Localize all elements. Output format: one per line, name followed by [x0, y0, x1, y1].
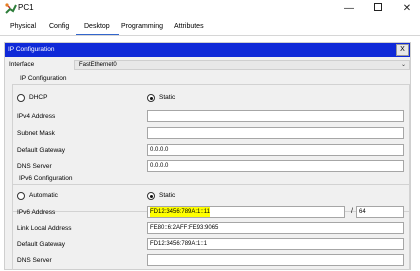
- interface-label: Interface: [9, 61, 35, 68]
- ipv4-dns-value: 0.0.0.0: [150, 163, 169, 169]
- tab-divider: [0, 35, 420, 36]
- ipv6-automatic-label: Automatic: [29, 192, 58, 199]
- link-local-label: Link Local Address: [17, 225, 72, 232]
- ipv6-prefix-value: 64: [359, 209, 366, 215]
- ipv4-static-label: Static: [159, 94, 176, 101]
- dhcp-radio[interactable]: [17, 94, 25, 102]
- maximize-button[interactable]: [363, 0, 393, 17]
- close-window-button[interactable]: ✕: [392, 0, 420, 17]
- ipv6-gateway-value: FD12:3456:789A:1::1: [150, 241, 208, 247]
- ipv4-gateway-label: Default Gateway: [17, 147, 66, 154]
- subnet-mask-input[interactable]: [147, 127, 404, 139]
- tab-config[interactable]: Config: [49, 23, 69, 30]
- ipv6-dns-input[interactable]: [147, 254, 404, 266]
- ipv4-group-legend: IP Configuration: [19, 75, 68, 82]
- window-title: PC1: [18, 3, 34, 12]
- link-local-input[interactable]: FE80::6:2AFF:FE93:9065: [147, 222, 404, 234]
- ipv6-address-label: IPv6 Address: [17, 209, 56, 216]
- panel-header: IP Configuration X: [5, 43, 410, 57]
- ipv6-gateway-label: Default Gateway: [17, 241, 66, 248]
- chevron-down-icon: ⌄: [400, 62, 406, 68]
- prefix-separator: /: [351, 208, 353, 215]
- pc-app-icon: [5, 3, 17, 14]
- ipv6-group-legend: IPv6 Configuration: [18, 175, 74, 182]
- ipv6-gateway-input[interactable]: FD12:3456:789A:1::1: [147, 238, 404, 250]
- maximize-icon: [374, 3, 382, 12]
- ipv4-dns-input[interactable]: 0.0.0.0: [147, 160, 404, 172]
- tab-physical[interactable]: Physical: [10, 23, 36, 30]
- tab-attributes[interactable]: Attributes: [174, 23, 204, 30]
- ipv6-dns-label: DNS Server: [17, 257, 52, 264]
- ipv6-static-label: Static: [159, 192, 176, 199]
- panel-close-button[interactable]: X: [396, 44, 409, 56]
- ipv6-address-input[interactable]: FD12:3456:789A:1::11: [147, 206, 345, 218]
- title-bar: PC1 — ✕: [0, 0, 420, 17]
- interface-value: FastEthernet0: [79, 62, 117, 68]
- dhcp-label: DHCP: [29, 94, 48, 101]
- interface-row: Interface FastEthernet0 ⌄: [5, 58, 410, 71]
- panel-title: IP Configuration: [8, 46, 55, 53]
- ip-configuration-panel: IP Configuration X Interface FastEtherne…: [4, 42, 411, 270]
- tab-bar: Physical Config Desktop Programming Attr…: [0, 20, 420, 36]
- ipv6-address-value: FD12:3456:789A:1::11: [150, 207, 210, 217]
- tab-programming[interactable]: Programming: [121, 23, 163, 30]
- subnet-mask-label: Subnet Mask: [17, 130, 55, 137]
- minimize-button[interactable]: —: [334, 0, 364, 17]
- ipv6-static-radio[interactable]: [147, 192, 155, 200]
- ipv6-prefix-input[interactable]: 64: [356, 206, 404, 218]
- ipv4-gateway-value: 0.0.0.0: [150, 147, 169, 153]
- ipv4-dns-label: DNS Server: [17, 163, 52, 170]
- ipv6-automatic-radio[interactable]: [17, 192, 25, 200]
- ipv4-gateway-input[interactable]: 0.0.0.0: [147, 144, 404, 156]
- link-local-value: FE80::6:2AFF:FE93:9065: [150, 225, 219, 231]
- interface-select[interactable]: FastEthernet0 ⌄: [74, 60, 410, 70]
- close-icon: ✕: [402, 3, 412, 14]
- ipv4-address-label: IPv4 Address: [17, 113, 56, 120]
- ipv4-address-input[interactable]: [147, 110, 404, 122]
- tab-desktop[interactable]: Desktop: [84, 23, 110, 30]
- ipv4-static-radio[interactable]: [147, 94, 155, 102]
- minimize-icon: —: [344, 3, 354, 14]
